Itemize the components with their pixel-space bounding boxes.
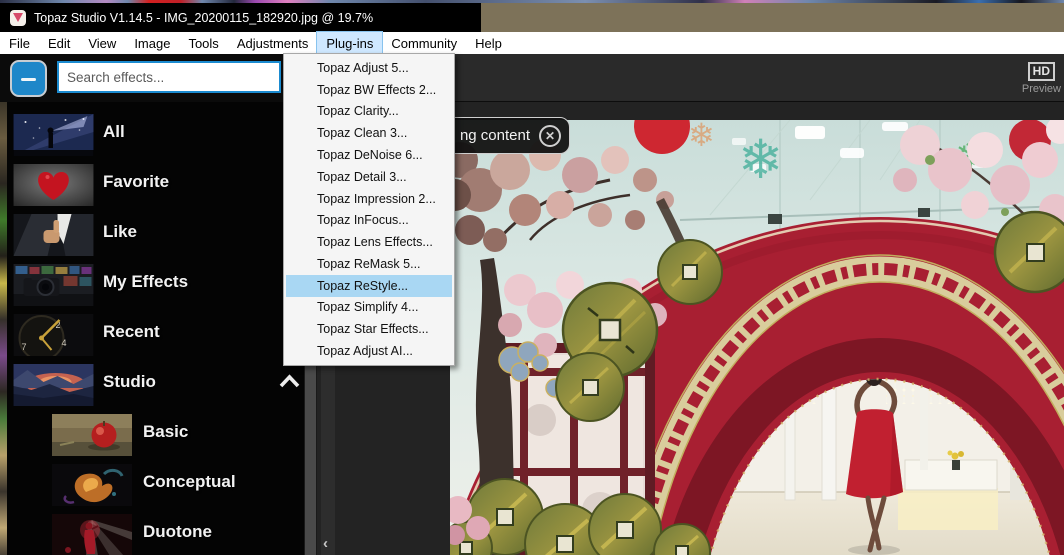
thumbnail-basic xyxy=(52,414,132,456)
minus-icon xyxy=(21,78,36,81)
desktop-edge-left xyxy=(0,102,7,555)
plugin-item-clarity[interactable]: Topaz Clarity... xyxy=(286,101,452,123)
window-title: Topaz Studio V1.14.5 - IMG_20200115_1829… xyxy=(34,10,374,25)
thumbnail-duotone xyxy=(52,514,132,555)
sidebar-label-all: All xyxy=(103,122,125,141)
topaz-logo-icon xyxy=(10,9,26,26)
sidebar-label-like: Like xyxy=(103,222,138,241)
svg-text:❄: ❄ xyxy=(688,120,715,153)
sidebar-item-my-effects[interactable]: My Effects xyxy=(7,260,304,310)
menu-view[interactable]: View xyxy=(79,32,125,54)
menu-edit[interactable]: Edit xyxy=(39,32,79,54)
sidebar-item-recent[interactable]: 2 4 7 Recent xyxy=(7,310,304,360)
thumbnail-favorite xyxy=(13,164,94,206)
sidebar-item-favorite[interactable]: Favorite xyxy=(7,160,304,210)
menu-image[interactable]: Image xyxy=(125,32,179,54)
thumbnail-like xyxy=(13,214,94,256)
thumbnail-conceptual xyxy=(52,464,132,506)
effects-panel-header xyxy=(0,54,304,102)
svg-text:4: 4 xyxy=(62,338,67,348)
plugin-item-adjust-ai[interactable]: Topaz Adjust AI... xyxy=(286,340,452,362)
sidebar-item-all[interactable]: All xyxy=(7,110,304,160)
sidebar-label-duotone: Duotone xyxy=(143,522,212,541)
menu-help[interactable]: Help xyxy=(466,32,511,54)
hd-badge[interactable]: HD xyxy=(1027,62,1055,81)
sidebar-item-conceptual[interactable]: Conceptual xyxy=(7,460,304,510)
sidebar-label-studio: Studio xyxy=(103,372,156,391)
plugin-item-detail3[interactable]: Topaz Detail 3... xyxy=(286,166,452,188)
app-window: Topaz Studio V1.14.5 - IMG_20200115_1829… xyxy=(0,0,1064,555)
sidebar-label-favorite: Favorite xyxy=(103,172,170,191)
sidebar-item-like[interactable]: Like xyxy=(7,210,304,260)
sidebar-item-basic[interactable]: Basic xyxy=(7,410,304,460)
thumbnail-recent: 2 4 7 xyxy=(13,314,94,356)
chevron-up-icon[interactable] xyxy=(279,374,300,389)
plugin-item-adjust5[interactable]: Topaz Adjust 5... xyxy=(286,57,452,79)
sidebar-item-duotone[interactable]: Duotone xyxy=(7,510,304,555)
collapse-left-icon[interactable]: ‹ xyxy=(323,536,328,551)
plugin-item-remask5[interactable]: Topaz ReMask 5... xyxy=(286,253,452,275)
menu-bar: File Edit View Image Tools Adjustments P… xyxy=(0,31,1064,55)
menu-file[interactable]: File xyxy=(0,32,39,54)
thumbnail-all xyxy=(13,114,94,156)
plugin-item-bw-effects2[interactable]: Topaz BW Effects 2... xyxy=(286,79,452,101)
plugin-item-lens-effects[interactable]: Topaz Lens Effects... xyxy=(286,231,452,253)
plugin-item-star-effects[interactable]: Topaz Star Effects... xyxy=(286,318,452,340)
plugin-item-impression2[interactable]: Topaz Impression 2... xyxy=(286,188,452,210)
preview-label: Preview xyxy=(1021,83,1061,95)
plugin-item-clean3[interactable]: Topaz Clean 3... xyxy=(286,122,452,144)
toolbar: HD Preview xyxy=(0,54,1064,102)
plugins-dropdown: Topaz Adjust 5... Topaz BW Effects 2... … xyxy=(283,53,455,366)
plugin-item-infocus[interactable]: Topaz InFocus... xyxy=(286,209,452,231)
menu-tools[interactable]: Tools xyxy=(179,32,227,54)
search-input[interactable] xyxy=(57,61,281,93)
photo-preview: ❄ ❄ ❄ xyxy=(450,120,1064,555)
title-bar-active-area: Topaz Studio V1.14.5 - IMG_20200115_1829… xyxy=(0,3,481,32)
title-bar: Topaz Studio V1.14.5 - IMG_20200115_1829… xyxy=(0,3,1064,32)
menu-adjustments[interactable]: Adjustments xyxy=(228,32,318,54)
sidebar-label-basic: Basic xyxy=(143,422,189,441)
photo-snowflake: ❄ xyxy=(738,130,783,190)
svg-text:7: 7 xyxy=(22,342,27,352)
sidebar-label-my-effects: My Effects xyxy=(103,272,189,291)
menu-plugins[interactable]: Plug-ins xyxy=(316,31,384,55)
sidebar-label-conceptual: Conceptual xyxy=(143,472,236,491)
effects-sidebar: All Favorite Like My Effects 2 4 7 Recen… xyxy=(7,102,304,555)
panel-collapse-button[interactable] xyxy=(10,60,47,97)
sidebar-label-recent: Recent xyxy=(103,322,160,341)
menu-community[interactable]: Community xyxy=(382,32,466,54)
plugin-item-denoise6[interactable]: Topaz DeNoise 6... xyxy=(286,144,452,166)
close-icon[interactable]: ✕ xyxy=(539,124,561,147)
toast-text: ng content xyxy=(459,127,530,144)
plugin-item-simplify4[interactable]: Topaz Simplify 4... xyxy=(286,297,452,319)
sidebar-item-studio[interactable]: Studio xyxy=(7,360,304,410)
thumbnail-my-effects xyxy=(13,264,94,306)
thumbnail-studio xyxy=(13,364,94,406)
plugin-item-restyle[interactable]: Topaz ReStyle... xyxy=(286,274,452,297)
